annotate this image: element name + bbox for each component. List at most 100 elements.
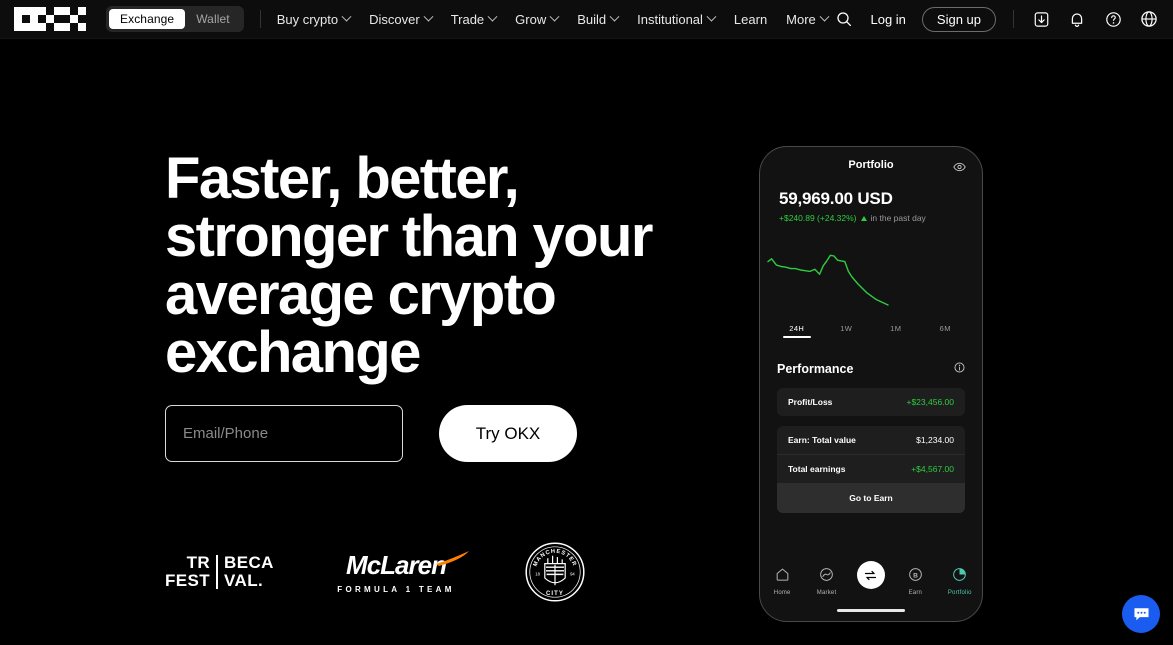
tab-label: Home (773, 590, 791, 596)
chart-range-tabs: 24H 1W 1M 6M (760, 324, 982, 338)
trend-up-icon (860, 215, 867, 221)
download-icon[interactable] (1031, 9, 1051, 29)
home-icon (775, 567, 790, 587)
nav-label: Build (577, 11, 607, 27)
portfolio-line-chart (767, 254, 889, 306)
row-value: +$4,567.00 (911, 464, 954, 474)
signup-button[interactable]: Sign up (921, 6, 996, 32)
nav-item-learn[interactable]: Learn (734, 12, 767, 27)
tab-portfolio[interactable]: Portfolio (940, 567, 980, 596)
chat-bubble-icon (1133, 607, 1149, 620)
profit-loss-card: Profit/Loss +$23,456.00 (777, 388, 965, 416)
signup-form: Try OKX (165, 405, 577, 462)
nav-item-buy-crypto[interactable]: Buy crypto (276, 11, 352, 27)
nav-label: More (786, 11, 816, 27)
chevron-down-icon (706, 11, 717, 22)
eye-icon[interactable] (953, 159, 966, 177)
market-icon (819, 567, 834, 587)
tribeca-logo: TR FEST BECA VAL. (165, 554, 325, 590)
manchester-city-crest-icon: MANCHESTER CITY 18 94 (525, 542, 585, 602)
partner-manchester-city: MANCHESTER CITY 18 94 (525, 542, 585, 602)
okx-logo[interactable] (14, 7, 86, 31)
question-circle-icon[interactable] (1103, 9, 1123, 29)
toggle-option-wallet[interactable]: Wallet (185, 9, 241, 29)
login-button[interactable]: Log in (870, 12, 905, 27)
range-tab-24h[interactable]: 24H (779, 324, 815, 338)
info-icon[interactable] (954, 360, 965, 378)
row-value: $1,234.00 (916, 435, 954, 445)
toggle-option-exchange[interactable]: Exchange (109, 9, 186, 29)
nav-item-trade[interactable]: Trade (450, 11, 498, 27)
svg-text:94: 94 (570, 572, 575, 577)
svg-text:CITY: CITY (546, 591, 564, 597)
nav-item-institutional[interactable]: Institutional (637, 11, 717, 27)
partner-tribeca-festival: TR FEST BECA VAL. (165, 554, 325, 590)
svg-text:B: B (913, 572, 918, 579)
mclaren-swoosh-icon (435, 551, 469, 566)
search-icon[interactable] (834, 9, 854, 29)
table-row: Total earnings +$4,567.00 (777, 454, 965, 483)
tribeca-line2-right: VAL. (224, 571, 264, 590)
mclaren-subtitle: FORMULA 1 TEAM (337, 585, 455, 594)
tab-market[interactable]: Market (807, 567, 847, 596)
try-okx-button[interactable]: Try OKX (439, 405, 577, 462)
nav-label: Learn (733, 11, 768, 27)
chevron-down-icon (819, 11, 830, 22)
chevron-down-icon (549, 11, 560, 22)
nav-links: Buy crypto Discover Trade Grow Build Ins… (276, 11, 830, 27)
email-input[interactable] (165, 405, 403, 462)
tab-home[interactable]: Home (762, 567, 802, 596)
table-row: Profit/Loss +$23,456.00 (777, 388, 965, 416)
chevron-down-icon (423, 11, 434, 22)
chat-support-button[interactable] (1122, 595, 1160, 633)
earn-card: Earn: Total value $1,234.00 Total earnin… (777, 426, 965, 513)
tab-earn[interactable]: B Earn (895, 567, 935, 596)
range-tab-1w[interactable]: 1W (828, 324, 864, 338)
partner-mclaren: McLaren FORMULA 1 TEAM (325, 550, 469, 594)
home-indicator (837, 609, 905, 612)
nav-item-build[interactable]: Build (577, 11, 620, 27)
nav-item-grow[interactable]: Grow (515, 11, 560, 27)
performance-title: Performance (777, 362, 854, 376)
performance-header: Performance (760, 360, 982, 378)
range-tab-6m[interactable]: 6M (927, 324, 963, 338)
nav-label: Grow (515, 11, 547, 27)
hero-section: Faster, better, stronger than your avera… (165, 150, 685, 382)
go-to-earn-button[interactable]: Go to Earn (777, 483, 965, 513)
range-tab-1m[interactable]: 1M (878, 324, 914, 338)
nav-item-more[interactable]: More (786, 11, 830, 27)
tab-swap[interactable] (851, 561, 891, 592)
table-row: Earn: Total value $1,234.00 (777, 426, 965, 454)
top-navigation-bar: Exchange Wallet Buy crypto Discover Trad… (0, 0, 1173, 39)
earn-coin-icon: B (908, 567, 923, 587)
phone-title: Portfolio (848, 159, 894, 171)
nav-label: Buy crypto (276, 11, 339, 27)
row-label: Earn: Total value (788, 435, 856, 445)
chevron-down-icon (487, 11, 498, 22)
tribeca-divider (216, 555, 219, 589)
nav-item-discover[interactable]: Discover (369, 11, 434, 27)
portfolio-change: +$240.89 (+24.32%) in the past day (779, 213, 982, 223)
nav-label: Trade (450, 11, 485, 27)
globe-icon[interactable] (1139, 9, 1159, 29)
phone-mockup: Portfolio 59,969.00 USD +$240.89 (+24.32… (759, 146, 983, 622)
tribeca-line1-right: BECA (224, 553, 274, 573)
tribeca-line2-left: FEST (165, 571, 211, 590)
nav-right-actions: Log in Sign up (834, 6, 1159, 32)
bell-icon[interactable] (1067, 9, 1087, 29)
tab-label: Earn (908, 590, 923, 596)
row-value: +$23,456.00 (906, 397, 954, 407)
chevron-down-icon (341, 11, 352, 22)
change-period: in the past day (870, 213, 926, 223)
okx-landing-page: Exchange Wallet Buy crypto Discover Trad… (0, 0, 1173, 645)
exchange-wallet-toggle[interactable]: Exchange Wallet (106, 6, 244, 32)
okx-logo-grid (14, 7, 86, 31)
chevron-down-icon (609, 11, 620, 22)
tribeca-line1-left: TR (186, 553, 211, 573)
svg-text:MANCHESTER: MANCHESTER (533, 549, 578, 568)
page-title: Faster, better, stronger than your avera… (165, 146, 653, 385)
nav-label: Discover (369, 11, 420, 27)
row-label: Total earnings (788, 464, 846, 474)
mclaren-logo-text: McLaren (346, 550, 469, 581)
portfolio-balance: 59,969.00 USD (779, 189, 893, 208)
